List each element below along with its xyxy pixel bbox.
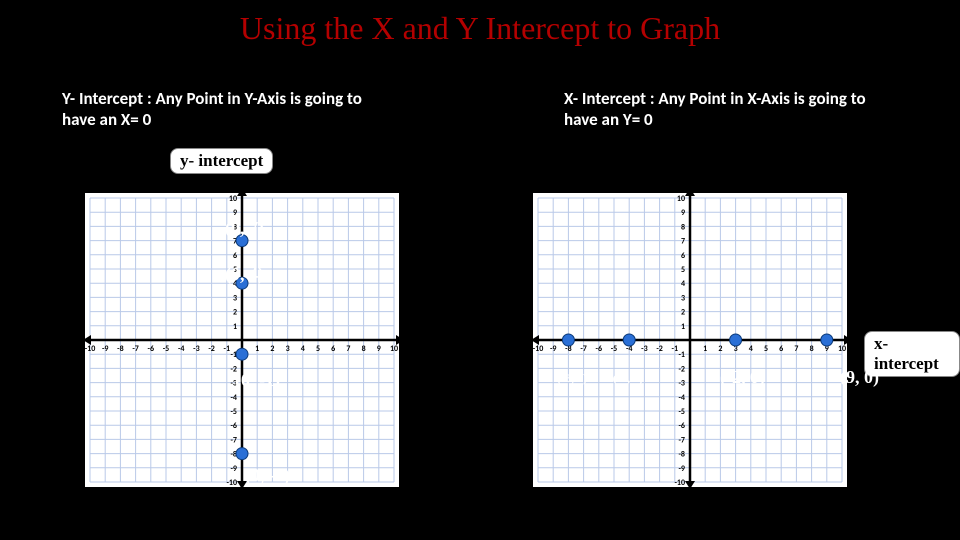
svg-text:9: 9 — [233, 208, 237, 218]
svg-text:5: 5 — [681, 265, 685, 275]
svg-text:1: 1 — [233, 322, 237, 332]
svg-text:6: 6 — [331, 344, 335, 354]
svg-text:-2: -2 — [678, 364, 685, 374]
svg-text:-9: -9 — [678, 464, 685, 474]
svg-text:-10: -10 — [533, 344, 544, 354]
svg-text:-3: -3 — [678, 379, 685, 389]
svg-text:-7: -7 — [230, 435, 237, 445]
svg-text:Y: Y — [695, 175, 703, 190]
svg-text:2: 2 — [270, 344, 274, 354]
y-intercept-desc: Y- Intercept : Any Point in Y-Axis is go… — [62, 88, 382, 131]
x-intercept-graph: -10-10-9-9-8-8-7-7-6-6-5-5-4-4-3-3-2-2-1… — [510, 170, 870, 510]
svg-text:-8: -8 — [117, 344, 124, 354]
svg-text:2: 2 — [718, 344, 722, 354]
svg-text:-4: -4 — [678, 393, 685, 403]
svg-text:1: 1 — [681, 322, 685, 332]
svg-text:-2: -2 — [208, 344, 215, 354]
svg-text:2: 2 — [233, 308, 237, 318]
svg-text:2: 2 — [681, 308, 685, 318]
svg-text:-7: -7 — [678, 435, 685, 445]
svg-text:3: 3 — [681, 293, 685, 303]
svg-text:-1: -1 — [678, 350, 685, 360]
svg-text:-4: -4 — [230, 393, 237, 403]
coord-label: (-2, 0) — [720, 367, 765, 388]
svg-text:9: 9 — [681, 208, 685, 218]
svg-text:-10: -10 — [226, 478, 237, 488]
svg-text:-5: -5 — [611, 344, 618, 354]
svg-text:9: 9 — [377, 344, 381, 354]
svg-text:8: 8 — [681, 222, 685, 232]
svg-text:5: 5 — [316, 344, 320, 354]
svg-text:6: 6 — [681, 251, 685, 261]
svg-text:-1: -1 — [672, 344, 679, 354]
svg-text:-5: -5 — [678, 407, 685, 417]
svg-text:-9: -9 — [230, 464, 237, 474]
svg-text:10: 10 — [390, 344, 398, 354]
svg-text:X: X — [410, 323, 418, 338]
svg-text:8: 8 — [810, 344, 814, 354]
svg-text:-10: -10 — [674, 478, 685, 488]
svg-text:4: 4 — [301, 344, 305, 354]
svg-text:-7: -7 — [580, 344, 587, 354]
x-intercept-desc: X- Intercept : Any Point in X-Axis is go… — [564, 88, 884, 131]
svg-text:-8: -8 — [678, 450, 685, 460]
page-title: Using the X and Y Intercept to Graph — [0, 10, 960, 47]
svg-text:-5: -5 — [230, 407, 237, 417]
svg-text:-5: -5 — [163, 344, 170, 354]
svg-text:1: 1 — [703, 344, 707, 354]
svg-text:7: 7 — [681, 237, 685, 247]
svg-text:-4: -4 — [178, 344, 185, 354]
svg-text:-6: -6 — [148, 344, 155, 354]
svg-text:-7: -7 — [132, 344, 139, 354]
svg-text:10: 10 — [229, 194, 237, 204]
svg-text:-2: -2 — [656, 344, 663, 354]
coord-label: (0, 7) — [225, 218, 264, 239]
coord-label: (0, 4) — [225, 264, 264, 285]
svg-text:7: 7 — [346, 344, 350, 354]
svg-text:-10: -10 — [85, 344, 96, 354]
svg-text:10: 10 — [677, 194, 685, 204]
svg-text:-6: -6 — [596, 344, 603, 354]
svg-text:4: 4 — [749, 344, 753, 354]
svg-text:1: 1 — [255, 344, 259, 354]
svg-text:X: X — [858, 323, 866, 338]
svg-text:-1: -1 — [224, 344, 231, 354]
svg-text:4: 4 — [681, 279, 685, 289]
svg-text:-6: -6 — [230, 421, 237, 431]
svg-text:5: 5 — [764, 344, 768, 354]
coord-label: (-4, 0) — [613, 371, 643, 386]
svg-text:-9: -9 — [550, 344, 557, 354]
coord-label: (0, -8) — [245, 465, 290, 486]
svg-text:-3: -3 — [641, 344, 648, 354]
svg-text:7: 7 — [794, 344, 798, 354]
svg-text:6: 6 — [233, 251, 237, 261]
svg-text:3: 3 — [233, 293, 237, 303]
svg-text:6: 6 — [779, 344, 783, 354]
coord-label: (-8, 0) — [557, 371, 587, 386]
coord-label: (9, 0) — [840, 367, 879, 388]
svg-text:Y: Y — [247, 175, 255, 190]
svg-text:-3: -3 — [193, 344, 200, 354]
svg-text:-9: -9 — [102, 344, 109, 354]
svg-text:3: 3 — [286, 344, 290, 354]
svg-text:-6: -6 — [678, 421, 685, 431]
coord-label: (0, -1) — [235, 370, 280, 391]
svg-text:10: 10 — [838, 344, 846, 354]
svg-text:8: 8 — [362, 344, 366, 354]
